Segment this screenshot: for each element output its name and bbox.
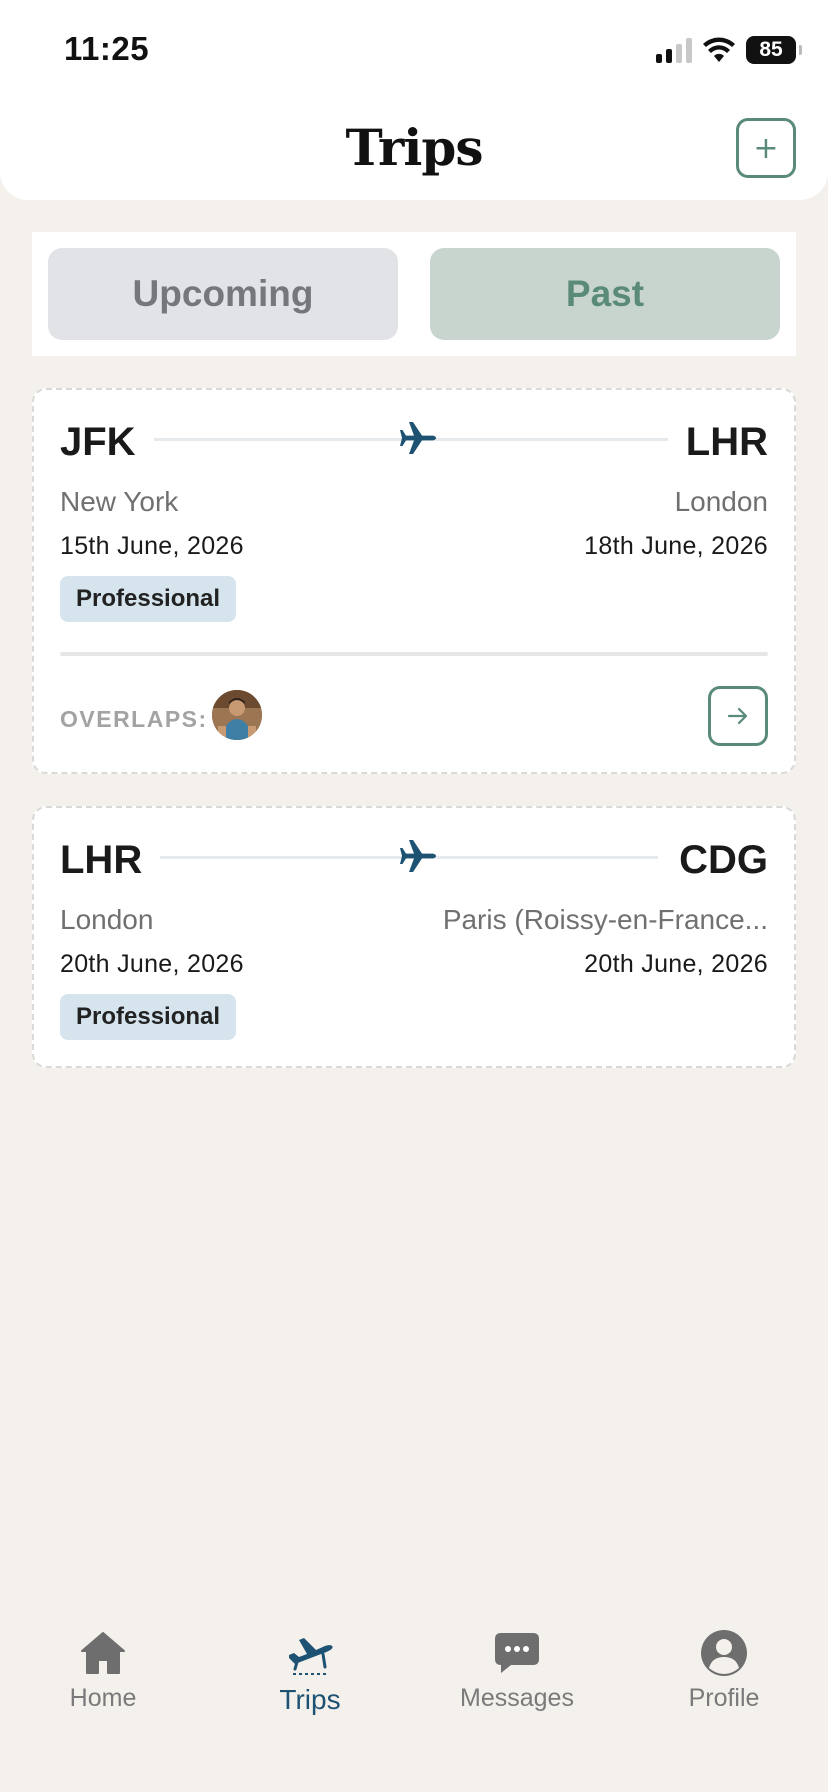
destination-code: CDG <box>679 838 768 882</box>
page-title: Trips <box>345 118 483 177</box>
status-icons: 85 <box>656 32 802 68</box>
open-trip-button[interactable] <box>708 686 768 746</box>
origin-city: London <box>60 904 154 935</box>
return-date: 20th June, 2026 <box>584 950 768 978</box>
airplane-icon <box>400 422 436 454</box>
destination-city: Paris (Roissy-en-France... <box>442 904 768 935</box>
header: 11:25 85 Trips + <box>0 0 828 200</box>
trip-type-badge: Professional <box>60 576 237 622</box>
trip-filter-segmented-control: Upcoming Past <box>32 232 796 356</box>
tab-trips-label: Trips <box>279 1684 341 1715</box>
trip-type-badge: Professional <box>60 994 237 1040</box>
return-date: 18th June, 2026 <box>584 532 768 560</box>
arrow-right-icon <box>727 707 748 725</box>
home-icon <box>81 1632 125 1674</box>
tab-messages[interactable]: Messages <box>437 1626 597 1713</box>
origin-code: JFK <box>60 420 136 464</box>
avatar[interactable] <box>212 690 262 740</box>
airplane-icon <box>400 840 436 872</box>
destination-code: LHR <box>685 420 768 464</box>
tab-past[interactable]: Past <box>430 248 780 340</box>
trip-card[interactable]: LHR CDG London Paris (Roissy-en-France..… <box>32 806 796 1068</box>
tab-trips[interactable]: Trips <box>230 1626 390 1716</box>
origin-city: New York <box>60 486 179 517</box>
add-trip-button[interactable]: + <box>736 118 796 178</box>
destination-city: London <box>674 486 768 517</box>
origin-code: LHR <box>60 838 143 882</box>
tab-messages-label: Messages <box>460 1684 574 1712</box>
status-time: 11:25 <box>64 30 150 67</box>
tab-home-label: Home <box>69 1684 137 1712</box>
wifi-icon <box>703 37 735 62</box>
divider <box>60 652 768 656</box>
tab-profile-label: Profile <box>688 1684 760 1712</box>
bottom-tab-bar: Home Trips Messages Profile <box>0 1600 828 1792</box>
departure-date: 20th June, 2026 <box>60 950 244 978</box>
tab-upcoming[interactable]: Upcoming <box>48 248 398 340</box>
trip-card[interactable]: JFK LHR New York London 15th June, 2026 … <box>32 388 796 774</box>
flight-takeoff-icon <box>289 1638 333 1675</box>
departure-date: 15th June, 2026 <box>60 532 244 560</box>
battery-icon: 85 <box>746 36 802 64</box>
overlaps-label: OVERLAPS: <box>60 706 208 732</box>
tab-profile[interactable]: Profile <box>644 1626 804 1713</box>
cellular-signal-icon <box>656 37 692 63</box>
profile-icon <box>701 1630 747 1676</box>
chat-bubble-icon <box>495 1633 539 1673</box>
tab-home[interactable]: Home <box>23 1626 183 1713</box>
